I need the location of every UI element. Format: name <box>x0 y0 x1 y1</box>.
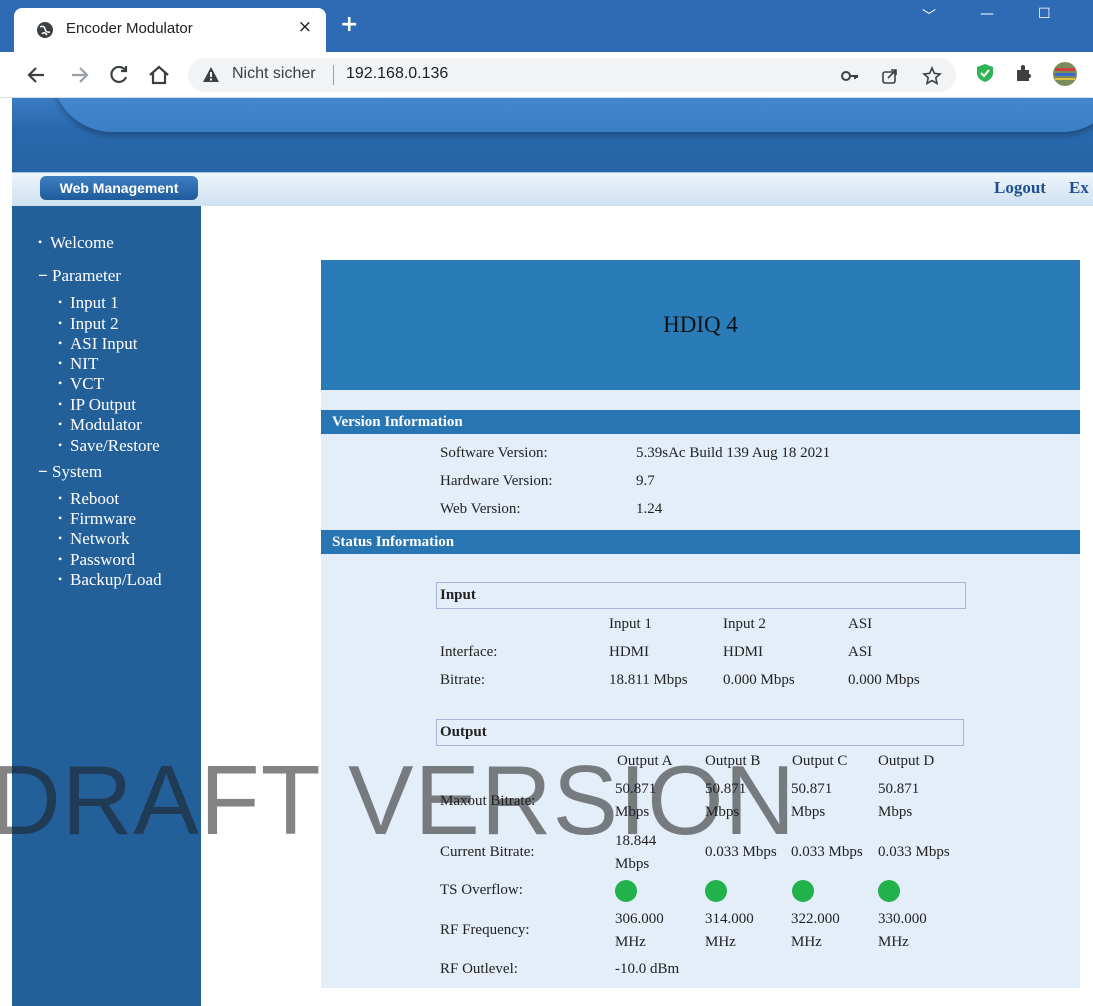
browser-tab[interactable]: Encoder Modulator × <box>14 8 326 52</box>
ts-overflow-status-d <box>878 880 900 902</box>
tab-search-icon[interactable]: ﹀ <box>922 6 936 26</box>
hardware-version-label: Hardware Version: <box>440 473 553 489</box>
profile-avatar-icon[interactable] <box>1052 61 1078 87</box>
sidebar-item-asi-input[interactable]: • ASI Input <box>58 334 138 354</box>
rf-frequency-label: RF Frequency: <box>440 922 530 938</box>
interface-value-input-1: HDMI <box>609 644 649 660</box>
sidebar-item-reboot[interactable]: • Reboot <box>58 489 119 509</box>
bitrate-value-asi: 0.000 Mbps <box>848 672 920 688</box>
bookmark-star-icon[interactable] <box>922 66 942 86</box>
bitrate-label: Bitrate: <box>440 672 485 688</box>
sidebar-item-network[interactable]: • Network <box>58 529 129 549</box>
page-header-banner <box>12 98 1093 172</box>
sidebar-item-password[interactable]: • Password <box>58 550 135 570</box>
interface-value-input-2: HDMI <box>723 644 763 660</box>
browser-tab-bar: Encoder Modulator × + ﹀ — ☐ <box>0 0 1093 52</box>
device-title: HDIQ 4 <box>663 312 738 337</box>
web-management-tab[interactable]: Web Management <box>40 176 198 200</box>
output-section-title: Output <box>436 719 964 746</box>
rf-frequency-a: 306.000 MHz <box>615 911 664 950</box>
browser-toolbar: Nicht sicher 192.168.0.136 <box>0 52 1093 98</box>
forward-arrow-icon[interactable] <box>66 62 92 88</box>
sidebar-group-parameter[interactable]: − Parameter <box>38 266 121 286</box>
header-wave-decoration <box>52 98 1093 132</box>
hardware-version-value: 9.7 <box>636 473 655 489</box>
rf-outlevel-label: RF Outlevel: <box>440 961 518 977</box>
bitrate-value-input-1: 18.811 Mbps <box>609 672 688 688</box>
interface-value-asi: ASI <box>848 644 873 660</box>
new-tab-button[interactable]: + <box>340 12 358 38</box>
sidebar-item-ip-output[interactable]: • IP Output <box>58 395 136 415</box>
sidebar-item-firmware[interactable]: • Firmware <box>58 509 136 529</box>
warning-icon[interactable] <box>202 66 220 84</box>
input-col-input-2: Input 2 <box>723 616 766 632</box>
ts-overflow-status-b <box>705 880 727 902</box>
current-bitrate-b: 0.033 Mbps <box>705 844 777 860</box>
minimize-button[interactable]: — <box>980 6 994 22</box>
extensions-puzzle-icon[interactable] <box>1013 62 1035 84</box>
version-information-heading: Version Information <box>321 410 1080 434</box>
ts-overflow-label: TS Overflow: <box>440 882 523 898</box>
input-col-input-1: Input 1 <box>609 616 652 632</box>
address-separator <box>333 65 334 85</box>
tab-title: Encoder Modulator <box>66 20 193 37</box>
back-arrow-icon[interactable] <box>24 62 50 88</box>
shield-extension-icon[interactable] <box>974 62 996 84</box>
current-bitrate-d: 0.033 Mbps <box>878 844 950 860</box>
output-col-c: Output C <box>792 753 848 769</box>
maxout-bitrate-b: 50.871 Mbps <box>705 781 747 820</box>
input-col-asi: ASI <box>848 616 873 632</box>
key-icon[interactable] <box>840 66 860 86</box>
rf-frequency-b: 314.000 MHz <box>705 911 754 950</box>
rf-outlevel-value: -10.0 dBm <box>615 961 680 977</box>
bitrate-value-input-2: 0.000 Mbps <box>723 672 795 688</box>
maxout-bitrate-d: 50.871 Mbps <box>878 781 920 820</box>
output-col-a: Output A <box>617 753 673 769</box>
web-version-value: 1.24 <box>636 501 663 517</box>
sidebar-item-input-2[interactable]: • Input 2 <box>58 314 119 334</box>
rf-frequency-d: 330.000 MHz <box>878 911 927 950</box>
security-label[interactable]: Nicht sicher <box>232 65 316 83</box>
software-version-label: Software Version: <box>440 445 548 461</box>
sidebar-nav: • Welcome − Parameter • Input 1 • Input 2 • A… <box>12 206 201 1006</box>
web-version-label: Web Version: <box>440 501 521 517</box>
sidebar-item-save-restore[interactable]: • Save/Restore <box>58 436 160 456</box>
output-col-b: Output B <box>705 753 761 769</box>
address-bar[interactable]: Nicht sicher 192.168.0.136 <box>188 58 956 92</box>
current-bitrate-a: 18.844 Mbps <box>615 833 657 872</box>
maxout-bitrate-label: Maxout Bitrate: <box>440 793 536 809</box>
reload-icon[interactable] <box>106 62 132 88</box>
url-text[interactable]: 192.168.0.136 <box>346 65 448 83</box>
sidebar-item-vct[interactable]: • VCT <box>58 374 104 394</box>
sidebar-item-nit[interactable]: • NIT <box>58 354 98 374</box>
management-bar: Web Management Logout Ex <box>12 172 1093 206</box>
maxout-bitrate-a: 50.871 Mbps <box>615 781 657 820</box>
sidebar-item-modulator[interactable]: • Modulator <box>58 415 142 435</box>
interface-label: Interface: <box>440 644 498 660</box>
status-information-heading: Status Information <box>321 530 1080 554</box>
sidebar-group-system[interactable]: − System <box>38 462 102 482</box>
exit-link[interactable]: Ex <box>1069 178 1089 198</box>
logout-link[interactable]: Logout <box>994 178 1046 198</box>
tab-close-button[interactable]: × <box>298 17 312 37</box>
current-bitrate-label: Current Bitrate: <box>440 844 535 860</box>
device-banner: HDIQ 4 <box>321 260 1080 390</box>
current-bitrate-c: 0.033 Mbps <box>791 844 863 860</box>
sidebar-item-backup-load[interactable]: • Backup/Load <box>58 570 162 590</box>
globe-icon <box>37 22 53 38</box>
output-col-d: Output D <box>878 753 935 769</box>
maximize-button[interactable]: ☐ <box>1038 6 1051 22</box>
software-version-value: 5.39sAc Build 139 Aug 18 2021 <box>636 445 831 461</box>
sidebar-item-input-1[interactable]: • Input 1 <box>58 293 119 313</box>
sidebar-item-welcome[interactable]: • Welcome <box>38 233 114 253</box>
maxout-bitrate-c: 50.871 Mbps <box>791 781 833 820</box>
ts-overflow-status-a <box>615 880 637 902</box>
ts-overflow-status-c <box>792 880 814 902</box>
rf-frequency-c: 322.000 MHz <box>791 911 840 950</box>
home-icon[interactable] <box>146 62 172 88</box>
status-panel: HDIQ 4 Version Information Software Vers… <box>321 260 1080 988</box>
share-icon[interactable] <box>880 66 900 86</box>
input-section-title: Input <box>436 582 966 609</box>
